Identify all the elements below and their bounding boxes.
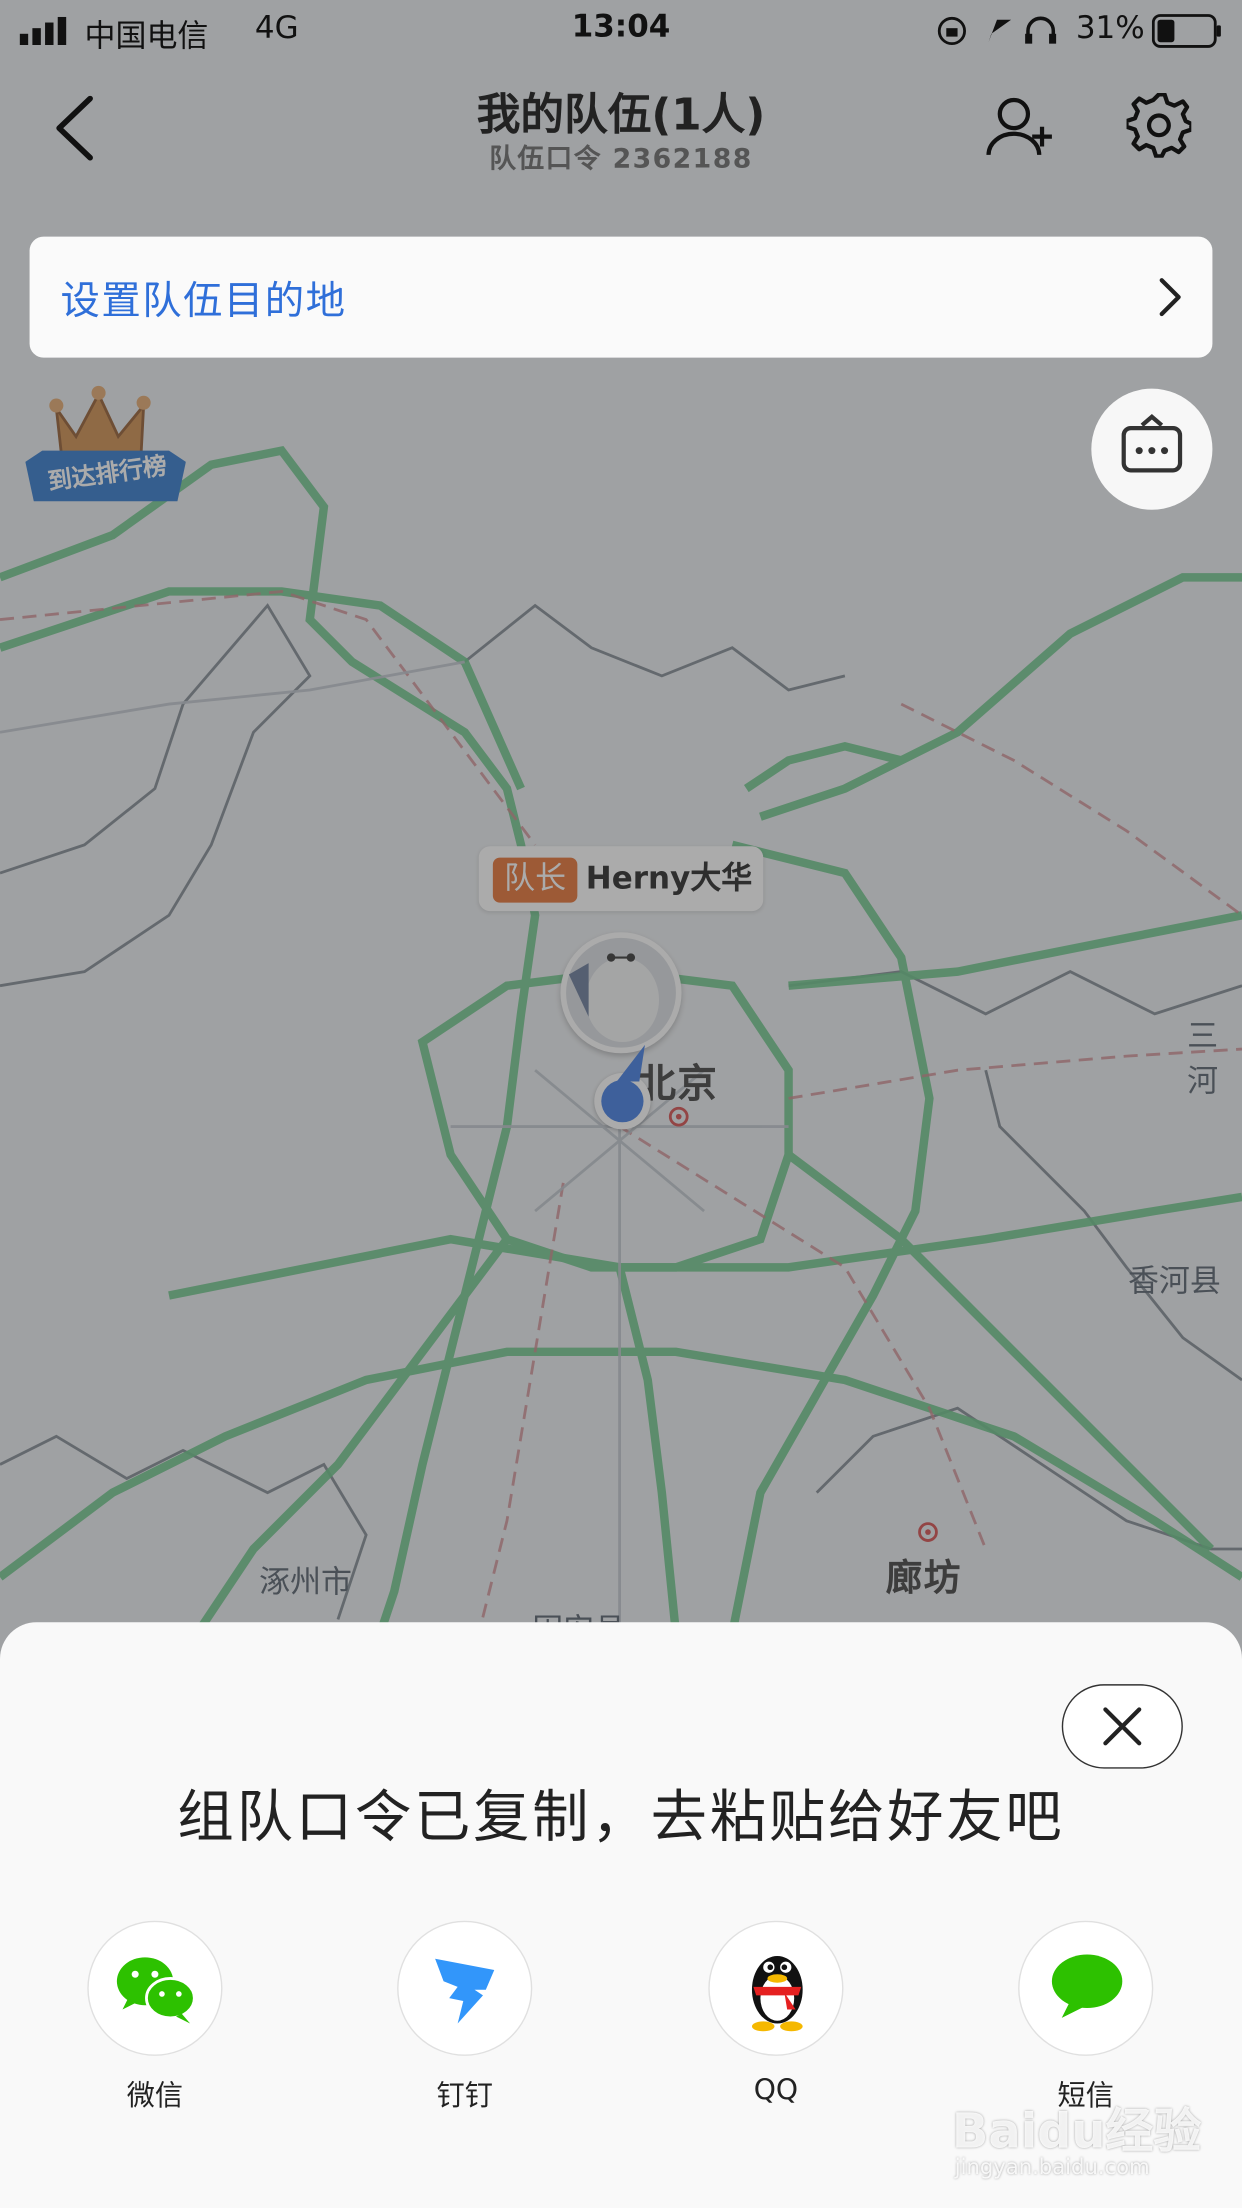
share-sms-circle — [1018, 1920, 1154, 2056]
map-label-sanhe: 三河 — [1187, 1019, 1219, 1100]
header: 我的队伍(1人) 队伍口令 2362188 — [0, 70, 1242, 197]
battery-icon — [1151, 14, 1221, 48]
watermark-url: jingyan.baidu.com — [954, 2154, 1150, 2180]
share-sms[interactable]: 短信 — [1018, 1920, 1154, 2112]
sms-icon — [1051, 1954, 1123, 2018]
leader-callout[interactable]: 队长 Herny大华 — [478, 846, 764, 912]
heading-arrow-icon — [616, 1044, 645, 1082]
close-icon — [1103, 1707, 1142, 1746]
watermark-brand: Baidu经验 — [951, 2103, 1202, 2161]
share-dingtalk-label: 钉钉 — [436, 2078, 493, 2113]
wechat-icon — [116, 1957, 196, 2024]
close-button[interactable] — [1061, 1684, 1183, 1769]
share-qq[interactable]: QQ — [708, 1920, 844, 2107]
gear-icon[interactable] — [1126, 92, 1192, 158]
leader-name: Herny大华 — [585, 861, 753, 897]
map-label-xianghe: 香河县 — [1127, 1264, 1221, 1300]
status-icons — [937, 16, 1057, 46]
share-dingtalk[interactable]: 钉钉 — [397, 1920, 533, 2112]
share-dingtalk-circle — [397, 1920, 533, 2056]
share-sheet: 组队口令已复制，去粘贴给好友吧 微信 钉钉 QQ 短信 Baidu经验 jing… — [0, 1622, 1242, 2208]
set-destination-bar[interactable]: 设置队伍目的地 — [29, 236, 1213, 358]
copied-message: 组队口令已复制，去粘贴给好友吧 — [177, 1785, 1065, 1851]
dingtalk-icon — [435, 1958, 495, 2024]
share-wechat[interactable]: 微信 — [87, 1920, 223, 2112]
status-bar: 中国电信 4G 13:04 31% — [0, 0, 1242, 62]
team-chat-button[interactable] — [1091, 388, 1213, 510]
set-destination-label: 设置队伍目的地 — [60, 277, 347, 324]
map-label-langfang: 廊坊 — [885, 1557, 962, 1600]
share-wechat-label: 微信 — [126, 2078, 184, 2113]
share-wechat-circle — [87, 1920, 223, 2056]
qq-icon — [751, 1955, 803, 2032]
ranking-badge[interactable]: 到达排行榜 — [25, 380, 186, 515]
add-user-icon[interactable] — [986, 96, 1056, 158]
avatar-image — [566, 937, 676, 1048]
chevron-right-icon — [1159, 278, 1181, 317]
map-label-zhuozhou: 涿州市 — [259, 1565, 353, 1602]
chat-box-icon — [1121, 414, 1183, 473]
share-qq-label: QQ — [753, 2072, 799, 2107]
avatar[interactable] — [560, 932, 682, 1054]
battery-percent: 31% — [1075, 11, 1145, 47]
share-qq-circle — [708, 1920, 844, 2056]
leader-role-badge: 队长 — [492, 857, 578, 903]
